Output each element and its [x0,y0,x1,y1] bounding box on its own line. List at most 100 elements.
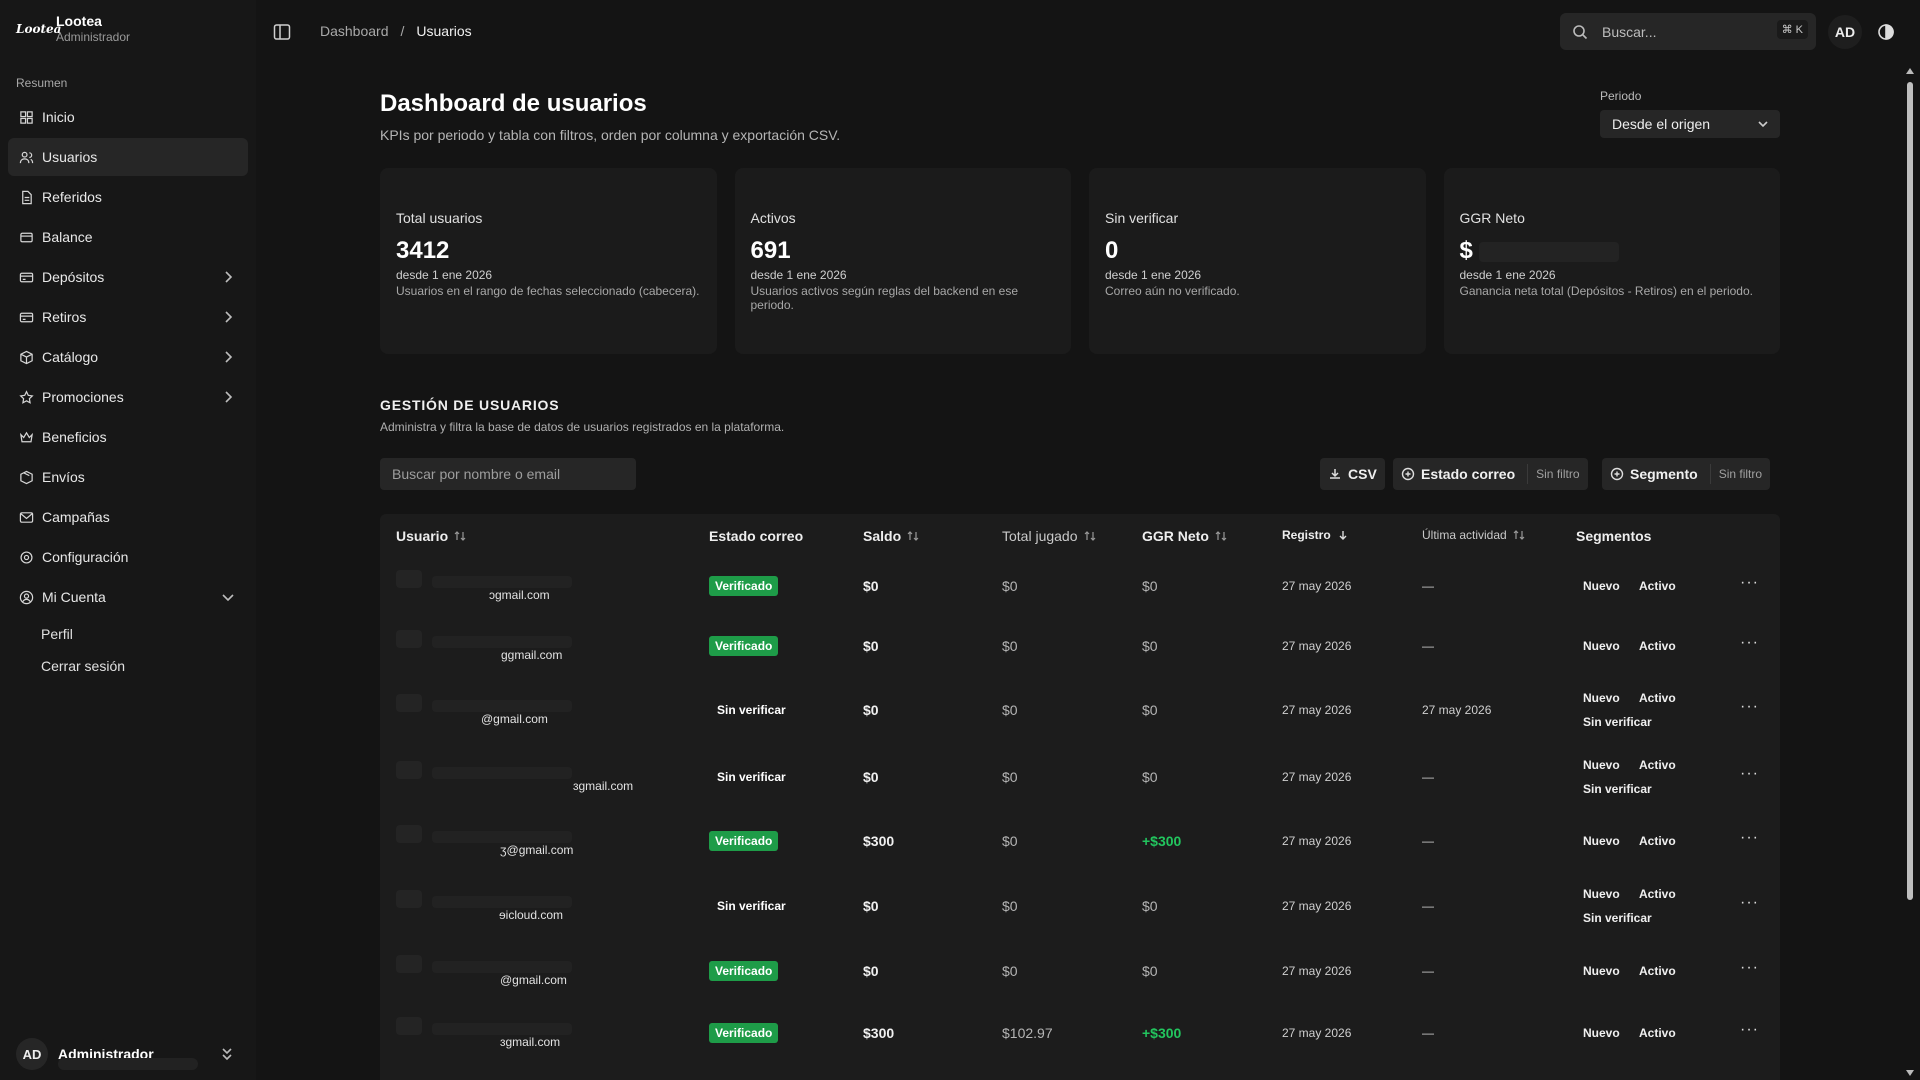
scroll-down-arrow[interactable] [1906,1070,1914,1076]
section-title: GESTIÓN DE USUARIOS [380,397,560,413]
user-name-redacted [432,1023,572,1035]
user-email: ɜgmail.com [573,779,634,793]
user-search-input[interactable] [380,458,636,490]
table-row[interactable]: ɘicloud.com Sin verificar $0 $0 $0 27 may 202… [380,872,1780,940]
sidebar-toggle-icon[interactable] [272,22,292,42]
kpi-value-text: $ [1459,237,1473,264]
brand[interactable]: Lootea Lootea Administrador [16,12,130,45]
kpi-date: desde 1 ene 2026 [750,268,847,282]
sidebar-item-catalogo[interactable]: Catálogo [8,338,248,376]
cell-registro: 27 may 2026 [1282,703,1352,717]
cell-jugado: $0 [1002,769,1018,785]
table-row[interactable]: ɔgmail.com Verificado $0 $0 $0 27 may 2026 — Nu… [380,556,1780,616]
more-horizontal-icon[interactable]: ··· [1740,959,1759,977]
sidebar-item-referidos[interactable]: Referidos [8,178,248,216]
global-search-input[interactable] [1602,23,1752,40]
nav-section-label: Resumen [16,76,68,90]
table-row[interactable]: ʒ@gmail.com Verificado $300 $0 +$300 27 may 2… [380,810,1780,872]
col-ggr-label: GGR Neto [1142,528,1209,544]
col-usuario[interactable]: Usuario [396,528,466,544]
kpi-label: Sin verificar [1105,210,1179,226]
users-icon [18,149,34,165]
sidebar-user-menu[interactable]: AD Administrador [16,1034,240,1074]
scroll-thumb[interactable] [1907,82,1913,900]
kpi-card-total-usuarios: Total usuarios 3412 desde 1 ene 2026 Usuari… [380,168,717,354]
box-icon [18,349,34,365]
export-csv-button[interactable]: CSV [1320,458,1385,490]
sidebar-item-label: Promociones [42,389,124,405]
more-horizontal-icon[interactable]: ··· [1740,574,1759,592]
more-horizontal-icon[interactable]: ··· [1740,634,1759,652]
col-registro-label: Registro [1282,528,1331,542]
user-email: ɘicloud.com [499,908,564,922]
user-avatar-redacted [396,694,422,712]
status-badge-verified: Verificado [709,1023,779,1043]
user-email: ɜgmail.com [500,1035,561,1049]
more-horizontal-icon[interactable]: ··· [1740,698,1759,716]
scroll-up-arrow[interactable] [1906,68,1914,74]
segment-tag: Activo [1639,834,1676,848]
brand-logo: Lootea [16,21,62,36]
table-row[interactable]: ɡgmail.com Verificado $0 $0 $0 27 may 2026 — Nu… [380,616,1780,676]
more-horizontal-icon[interactable]: ··· [1740,1021,1759,1039]
sidebar-item-usuarios[interactable]: Usuarios [8,138,248,176]
user-avatar[interactable]: AD [1828,15,1862,49]
cell-registro: 27 may 2026 [1282,579,1352,593]
theme-toggle-icon[interactable] [1876,22,1896,42]
col-jugado[interactable]: Total jugado [1002,528,1096,544]
status-badge-verified: Verificado [709,636,779,656]
breadcrumb-separator: / [400,23,405,39]
user-avatar-redacted [396,890,422,908]
sidebar-item-retiros[interactable]: Retiros [8,298,248,336]
sidebar-item-envios[interactable]: Envíos [8,458,248,496]
sidebar-item-campanas[interactable]: Campañas [8,498,248,536]
user-avatar-redacted [396,825,422,843]
segment-filter[interactable]: Segmento Sin filtro [1602,458,1771,490]
global-search[interactable]: ⌘ K [1560,13,1816,50]
sidebar-item-configuracion[interactable]: Configuración [8,538,248,576]
table-row[interactable]: @gmail.com Sin verificar $0 $0 $0 27 may 2026… [380,676,1780,743]
sidebar-item-inicio[interactable]: Inicio [8,98,248,136]
col-registro[interactable]: Registro [1282,528,1349,542]
table-row[interactable]: ɜgmail.com Sin verificar $0 $0 $0 27 may 2026… [380,743,1780,810]
sidebar-item-promociones[interactable]: Promociones [8,378,248,416]
cell-actividad: — [1422,899,1434,913]
user-name-redacted [432,636,572,648]
kpi-cards: Total usuarios 3412 desde 1 ene 2026 Usuari… [380,168,1780,354]
cell-ggr: +$300 [1142,833,1182,849]
chevrons-up-down-icon [222,1048,232,1061]
card-icon [18,269,34,285]
divider [1709,464,1711,484]
kpi-date: desde 1 ene 2026 [396,268,493,282]
cell-ggr: $0 [1142,702,1158,718]
col-ggr[interactable]: GGR Neto [1142,528,1227,544]
more-horizontal-icon[interactable]: ··· [1740,829,1759,847]
sidebar-item-depositos[interactable]: Depósitos [8,258,248,296]
kpi-date: desde 1 ene 2026 [1459,268,1556,282]
user-email: @gmail.com [500,973,567,987]
cell-jugado: $0 [1002,963,1018,979]
chevron-down-icon [1758,121,1768,128]
col-saldo[interactable]: Saldo [863,528,919,544]
sidebar-subitem-cerrar-sesion[interactable]: Cerrar sesión [41,650,248,682]
user-name-redacted [432,700,572,712]
table-row[interactable]: @gmail.com Verificado $0 $0 $0 27 may 2026 — Nu… [380,940,1780,1002]
shortcut-hint: ⌘ K [1776,20,1808,39]
more-horizontal-icon[interactable]: ··· [1740,894,1759,912]
cell-actividad: — [1422,639,1434,653]
col-actividad[interactable]: Última actividad [1422,528,1525,542]
sidebar-item-mi-cuenta[interactable]: Mi Cuenta [8,578,248,616]
table-row[interactable]: ɜgmail.com Verificado $300 $102.97 +$300 27 m… [380,1002,1780,1064]
cell-registro: 27 may 2026 [1282,639,1352,653]
email-status-filter[interactable]: Estado correo Sin filtro [1393,458,1588,490]
download-icon [1330,469,1340,479]
more-horizontal-icon[interactable]: ··· [1740,765,1759,783]
sidebar-item-beneficios[interactable]: Beneficios [8,418,248,456]
period-select[interactable]: Desde el origen [1600,110,1780,138]
breadcrumb-dashboard[interactable]: Dashboard [320,23,389,39]
breadcrumb: Dashboard / Usuarios [320,23,472,39]
sidebar-item-balance[interactable]: Balance [8,218,248,256]
sidebar-item-label: Catálogo [42,349,99,365]
page-scrollbar[interactable] [1904,64,1916,1080]
sidebar-subitem-perfil[interactable]: Perfil [41,618,248,650]
